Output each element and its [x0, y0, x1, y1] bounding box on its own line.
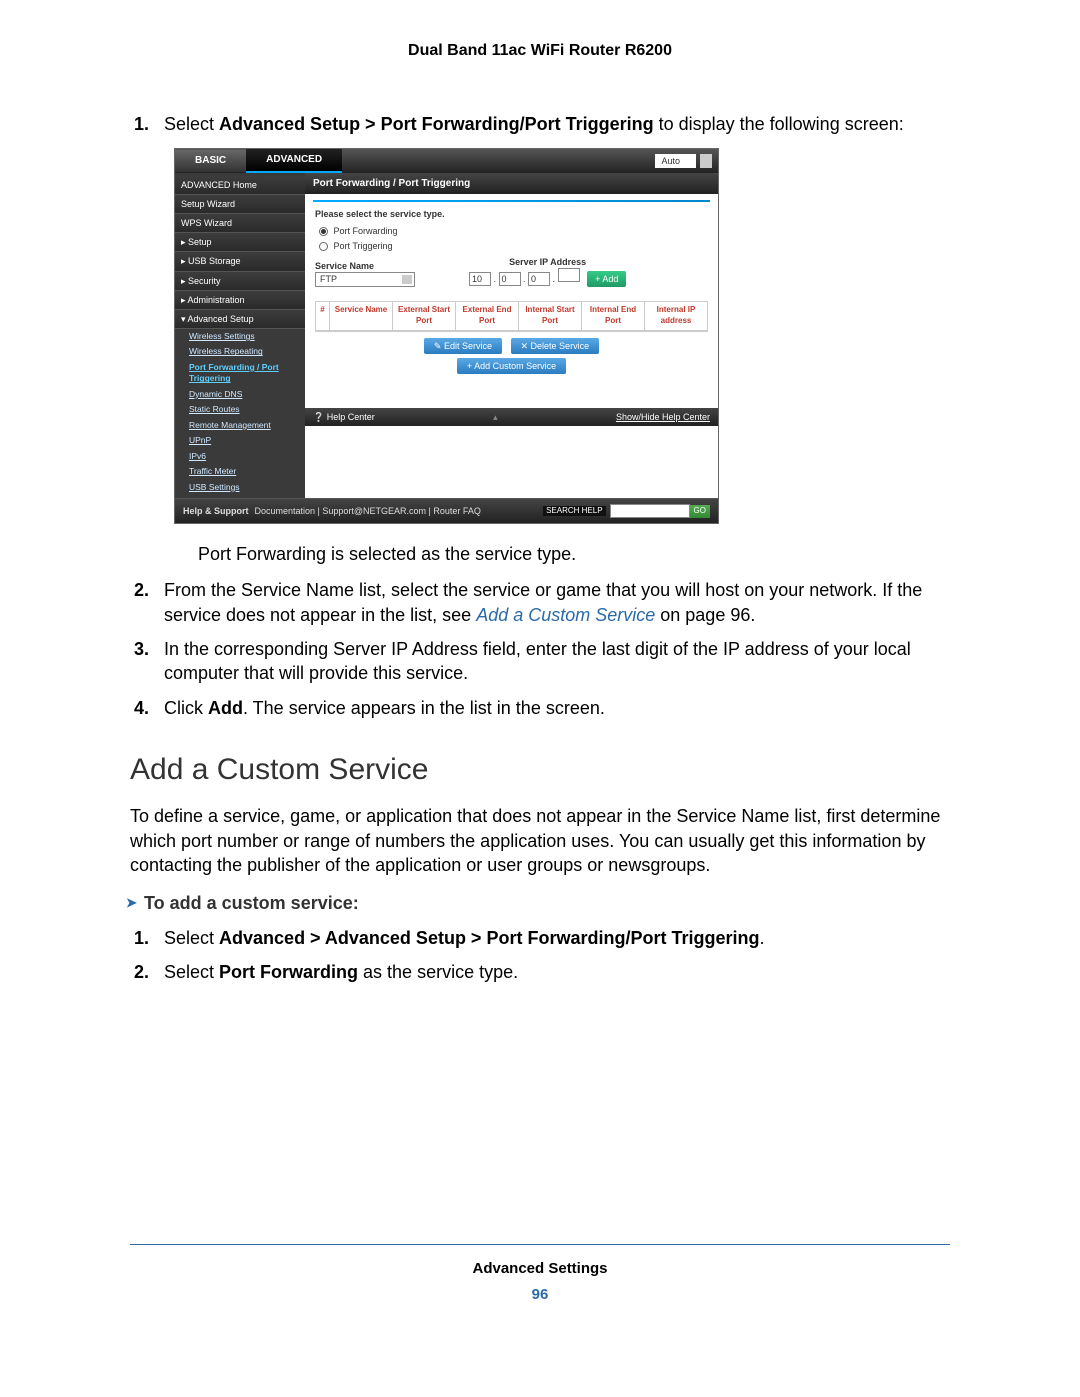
sub-upnp[interactable]: UPnP [175, 433, 305, 448]
step-4-bold: Add [208, 698, 243, 718]
tab-advanced[interactable]: ADVANCED [246, 149, 342, 173]
sidebar-item-usb-storage[interactable]: ▸ USB Storage [175, 252, 305, 271]
sidebar-item-setup-wizard[interactable]: Setup Wizard [175, 195, 305, 214]
ss-tabs: BASIC ADVANCED Auto [175, 149, 718, 173]
sidebar-item-administration[interactable]: ▸ Administration [175, 291, 305, 310]
main-content: Select Advanced Setup > Port Forwarding/… [0, 112, 1080, 985]
radio-port-forwarding-label: Port Forwarding [334, 226, 398, 236]
help-center-label[interactable]: ❔ Help Center [313, 411, 375, 423]
th-int-end: Internal End Port [582, 302, 645, 330]
th-service-name: Service Name [330, 302, 393, 330]
edit-service-button[interactable]: ✎ Edit Service [424, 338, 502, 354]
ss-footer: Help & Support Documentation | Support@N… [175, 498, 718, 523]
service-name-select[interactable]: FTP [315, 272, 415, 287]
step-4: Click Add. The service appears in the li… [164, 696, 950, 720]
step-3: In the corresponding Server IP Address f… [164, 637, 950, 686]
service-type-label: Please select the service type. [315, 208, 708, 220]
proc2-step-1-bold: Advanced > Advanced Setup > Port Forward… [219, 928, 759, 948]
sub-port-forwarding[interactable]: Port Forwarding / Port Triggering [175, 360, 305, 387]
sidebar-item-security[interactable]: ▸ Security [175, 272, 305, 291]
help-center-bar: ❔ Help Center ▴ Show/Hide Help Center [305, 408, 718, 426]
services-table: # Service Name External Start Port Exter… [315, 301, 708, 332]
add-button[interactable]: + Add [587, 271, 626, 287]
router-screenshot: BASIC ADVANCED Auto ADVANCED Home Setup … [174, 148, 719, 524]
step-2-suffix: on page 96. [655, 605, 755, 625]
footer-rule [130, 1244, 950, 1245]
proc2-step-1-suffix: . [759, 928, 764, 948]
delete-service-button[interactable]: ✕ Delete Service [511, 338, 600, 354]
procedure-heading: To add a custom service: [144, 891, 950, 915]
sub-ipv6[interactable]: IPv6 [175, 449, 305, 464]
step-4-prefix: Click [164, 698, 208, 718]
panel-spacer [305, 378, 718, 408]
ip-octet-4[interactable] [558, 268, 580, 282]
panel-title: Port Forwarding / Port Triggering [305, 173, 718, 195]
table-header-row: # Service Name External Start Port Exter… [316, 302, 707, 331]
step-1-note: Port Forwarding is selected as the servi… [198, 542, 950, 566]
service-name-label: Service Name [315, 260, 465, 272]
procedure-2: Select Advanced > Advanced Setup > Port … [164, 926, 950, 985]
radio-dot-on-icon [319, 227, 328, 236]
ip-octet-2[interactable]: 0 [499, 272, 521, 286]
sub-wireless-settings[interactable]: Wireless Settings [175, 329, 305, 344]
radio-port-triggering[interactable]: Port Triggering [319, 240, 708, 252]
sub-usb-settings[interactable]: USB Settings [175, 480, 305, 495]
server-ip-label: Server IP Address [469, 256, 626, 268]
proc2-step-2-bold: Port Forwarding [219, 962, 358, 982]
proc2-step-2-prefix: Select [164, 962, 219, 982]
sidebar-item-advanced-setup[interactable]: ▾ Advanced Setup [175, 310, 305, 329]
step-3-text: In the corresponding Server IP Address f… [164, 639, 911, 683]
th-num: # [316, 302, 330, 330]
auto-dropdown-icon[interactable] [700, 154, 712, 168]
ss-sidebar: ADVANCED Home Setup Wizard WPS Wizard ▸ … [175, 173, 305, 498]
ss-main: Port Forwarding / Port Triggering Please… [305, 173, 718, 498]
section-para: To define a service, game, or applicatio… [130, 804, 950, 877]
add-custom-service-button[interactable]: + Add Custom Service [457, 358, 566, 374]
proc2-step-1: Select Advanced > Advanced Setup > Port … [164, 926, 950, 950]
step-1: Select Advanced Setup > Port Forwarding/… [164, 112, 950, 567]
step-1-bold: Advanced Setup > Port Forwarding/Port Tr… [219, 114, 654, 134]
footer-page: 96 [0, 1285, 1080, 1335]
radio-port-forwarding[interactable]: Port Forwarding [319, 225, 708, 237]
ip-octet-3[interactable]: 0 [528, 272, 550, 286]
th-int-ip: Internal IP address [645, 302, 707, 330]
section-heading: Add a Custom Service [130, 750, 950, 791]
proc2-step-2-suffix: as the service type. [358, 962, 518, 982]
sidebar-item-setup[interactable]: ▸ Setup [175, 233, 305, 252]
footer-links[interactable]: Documentation | Support@NETGEAR.com | Ro… [255, 505, 544, 517]
help-support-label: Help & Support [183, 505, 249, 517]
sub-wireless-repeating[interactable]: Wireless Repeating [175, 344, 305, 359]
go-button[interactable]: GO [690, 505, 710, 518]
footer-label: Advanced Settings [0, 1259, 1080, 1279]
sub-static-routes[interactable]: Static Routes [175, 402, 305, 417]
step-2: From the Service Name list, select the s… [164, 578, 950, 627]
th-ext-end: External End Port [456, 302, 519, 330]
sub-remote-management[interactable]: Remote Management [175, 418, 305, 433]
procedure-1: Select Advanced Setup > Port Forwarding/… [164, 112, 950, 720]
th-ext-start: External Start Port [393, 302, 456, 330]
th-int-start: Internal Start Port [519, 302, 582, 330]
radio-dot-off-icon [319, 242, 328, 251]
page-header: Dual Band 11ac WiFi Router R6200 [0, 40, 1080, 62]
help-collapse-icon[interactable]: ▴ [375, 411, 616, 423]
step-4-suffix: . The service appears in the list in the… [243, 698, 605, 718]
radio-port-triggering-label: Port Triggering [334, 241, 393, 251]
sub-dynamic-dns[interactable]: Dynamic DNS [175, 387, 305, 402]
step-2-link[interactable]: Add a Custom Service [476, 605, 655, 625]
tab-basic[interactable]: BASIC [175, 150, 246, 172]
show-hide-help-link[interactable]: Show/Hide Help Center [616, 411, 710, 423]
auto-select[interactable]: Auto [655, 154, 696, 168]
sub-traffic-meter[interactable]: Traffic Meter [175, 464, 305, 479]
search-input[interactable] [610, 504, 690, 518]
proc2-step-1-prefix: Select [164, 928, 219, 948]
step-1-suffix: to display the following screen: [654, 114, 904, 134]
sidebar-item-wps-wizard[interactable]: WPS Wizard [175, 214, 305, 233]
ip-octet-1[interactable]: 10 [469, 272, 491, 286]
step-1-prefix: Select [164, 114, 219, 134]
proc2-step-2: Select Port Forwarding as the service ty… [164, 960, 950, 984]
search-help-label: SEARCH HELP [543, 506, 605, 516]
sidebar-item-adv-home[interactable]: ADVANCED Home [175, 176, 305, 195]
